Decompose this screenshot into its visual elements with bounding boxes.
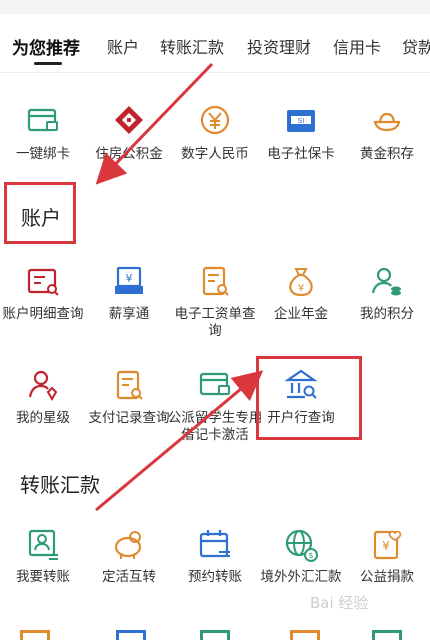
annotation-arrow <box>95 62 214 185</box>
annotation-arrow <box>95 370 264 512</box>
watermark: Bai 经验 <box>310 594 369 612</box>
annotation-arrows <box>95 62 264 512</box>
